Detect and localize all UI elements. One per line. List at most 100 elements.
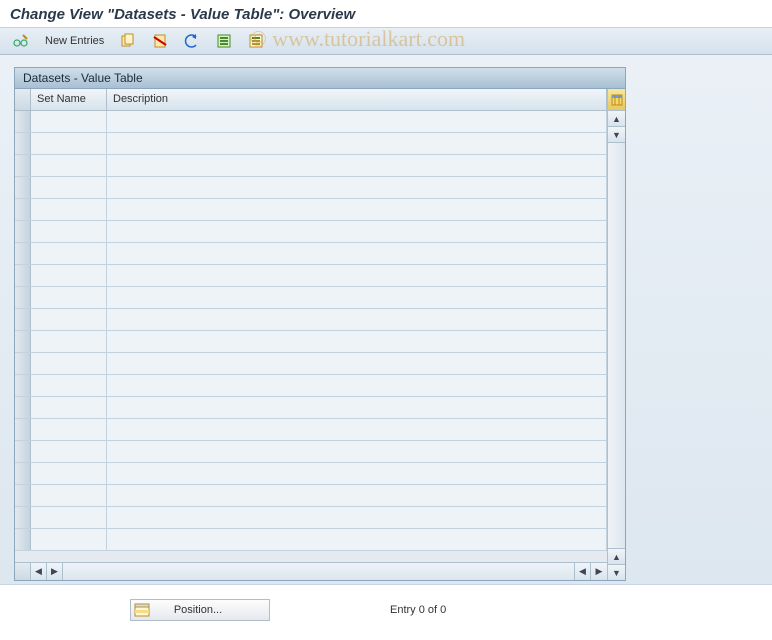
new-entries-button[interactable]: New Entries	[40, 31, 109, 51]
row-handle[interactable]	[15, 155, 31, 176]
select-all-button[interactable]	[211, 31, 237, 51]
row-handle[interactable]	[15, 375, 31, 396]
cell-setname[interactable]	[31, 199, 107, 220]
row-handle[interactable]	[15, 309, 31, 330]
table-row[interactable]	[15, 155, 607, 177]
cell-description[interactable]	[107, 199, 607, 220]
table-row[interactable]	[15, 375, 607, 397]
row-handle[interactable]	[15, 111, 31, 132]
cell-description[interactable]	[107, 221, 607, 242]
copy-as-button[interactable]	[115, 31, 141, 51]
scroll-left-icon[interactable]: ▶	[47, 563, 63, 580]
column-header-description[interactable]: Description	[107, 89, 607, 110]
row-selector-header[interactable]	[15, 89, 31, 110]
scroll-up-line-icon[interactable]: ▼	[608, 127, 625, 143]
vscroll-track[interactable]	[608, 143, 625, 548]
row-handle[interactable]	[15, 177, 31, 198]
table-row[interactable]	[15, 397, 607, 419]
cell-setname[interactable]	[31, 507, 107, 528]
cell-setname[interactable]	[31, 353, 107, 374]
cell-description[interactable]	[107, 353, 607, 374]
cell-setname[interactable]	[31, 133, 107, 154]
cell-description[interactable]	[107, 155, 607, 176]
row-handle[interactable]	[15, 199, 31, 220]
table-row[interactable]	[15, 463, 607, 485]
row-handle[interactable]	[15, 243, 31, 264]
cell-setname[interactable]	[31, 111, 107, 132]
cell-setname[interactable]	[31, 397, 107, 418]
table-settings-button[interactable]	[608, 89, 625, 111]
row-handle[interactable]	[15, 529, 31, 550]
cell-setname[interactable]	[31, 243, 107, 264]
cell-setname[interactable]	[31, 155, 107, 176]
position-button[interactable]: Position...	[130, 599, 270, 621]
undo-button[interactable]	[179, 31, 205, 51]
table-row[interactable]	[15, 221, 607, 243]
table-row[interactable]	[15, 507, 607, 529]
cell-setname[interactable]	[31, 375, 107, 396]
cell-setname[interactable]	[31, 309, 107, 330]
scroll-up-icon[interactable]: ▲	[608, 111, 625, 127]
table-row[interactable]	[15, 353, 607, 375]
cell-description[interactable]	[107, 529, 607, 550]
cell-setname[interactable]	[31, 485, 107, 506]
table-row[interactable]	[15, 111, 607, 133]
table-row[interactable]	[15, 287, 607, 309]
hscroll-track[interactable]	[63, 563, 575, 580]
cell-description[interactable]	[107, 419, 607, 440]
row-handle[interactable]	[15, 397, 31, 418]
cell-description[interactable]	[107, 133, 607, 154]
table-row[interactable]	[15, 133, 607, 155]
cell-description[interactable]	[107, 309, 607, 330]
row-handle[interactable]	[15, 133, 31, 154]
table-row[interactable]	[15, 485, 607, 507]
row-handle[interactable]	[15, 507, 31, 528]
row-handle[interactable]	[15, 221, 31, 242]
cell-setname[interactable]	[31, 221, 107, 242]
cell-description[interactable]	[107, 375, 607, 396]
cell-description[interactable]	[107, 485, 607, 506]
table-row[interactable]	[15, 309, 607, 331]
cell-setname[interactable]	[31, 265, 107, 286]
scroll-down-icon[interactable]: ▼	[608, 564, 625, 580]
cell-description[interactable]	[107, 507, 607, 528]
scroll-down-line-icon[interactable]: ▲	[608, 548, 625, 564]
table-row[interactable]	[15, 441, 607, 463]
cell-description[interactable]	[107, 265, 607, 286]
cell-description[interactable]	[107, 441, 607, 462]
table-row[interactable]	[15, 177, 607, 199]
cell-setname[interactable]	[31, 441, 107, 462]
scroll-right-last-icon[interactable]: ▶	[591, 563, 607, 580]
row-handle[interactable]	[15, 463, 31, 484]
column-header-setname[interactable]: Set Name	[31, 89, 107, 110]
row-handle[interactable]	[15, 353, 31, 374]
table-row[interactable]	[15, 331, 607, 353]
cell-description[interactable]	[107, 111, 607, 132]
row-handle[interactable]	[15, 287, 31, 308]
table-row[interactable]	[15, 529, 607, 551]
row-handle[interactable]	[15, 419, 31, 440]
cell-description[interactable]	[107, 397, 607, 418]
table-row[interactable]	[15, 419, 607, 441]
cell-setname[interactable]	[31, 287, 107, 308]
scroll-right-icon[interactable]: ◀	[575, 563, 591, 580]
cell-setname[interactable]	[31, 331, 107, 352]
cell-setname[interactable]	[31, 419, 107, 440]
cell-description[interactable]	[107, 463, 607, 484]
cell-setname[interactable]	[31, 177, 107, 198]
cell-description[interactable]	[107, 243, 607, 264]
table-row[interactable]	[15, 265, 607, 287]
delete-button[interactable]	[147, 31, 173, 51]
cell-setname[interactable]	[31, 529, 107, 550]
row-handle[interactable]	[15, 485, 31, 506]
cell-description[interactable]	[107, 177, 607, 198]
scroll-left-first-icon[interactable]: ◀	[31, 563, 47, 580]
table-row[interactable]	[15, 243, 607, 265]
row-handle[interactable]	[15, 441, 31, 462]
cell-description[interactable]	[107, 331, 607, 352]
toggle-display-button[interactable]	[8, 31, 34, 51]
row-handle[interactable]	[15, 331, 31, 352]
row-handle[interactable]	[15, 265, 31, 286]
table-row[interactable]	[15, 199, 607, 221]
cell-setname[interactable]	[31, 463, 107, 484]
